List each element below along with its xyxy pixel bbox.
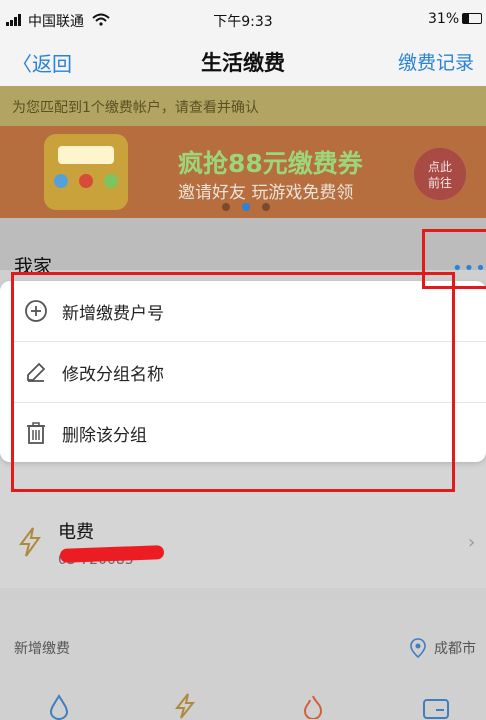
- notice-text: 为您匹配到1个缴费帐户，请查看并确认: [12, 100, 259, 116]
- location-pin-icon: [410, 638, 426, 658]
- footer-area: [0, 600, 486, 719]
- banner-go-button[interactable]: 点此 前往: [414, 148, 466, 200]
- status-time: 下午9:33: [213, 14, 273, 30]
- match-notice[interactable]: 为您匹配到1个缴费帐户，请查看并确认: [0, 86, 486, 126]
- payment-records-link[interactable]: 缴费记录: [398, 48, 474, 75]
- bill-title[interactable]: 电费: [58, 518, 94, 544]
- chevron-right-icon[interactable]: ›: [468, 532, 475, 553]
- nav-bar: 〈返回 生活缴费 缴费记录: [0, 40, 486, 86]
- slot-machine-illustration: [44, 134, 128, 210]
- battery-percent: 31%: [428, 11, 460, 27]
- lightning-icon[interactable]: [172, 692, 198, 719]
- battery-icon: [462, 13, 482, 24]
- banner-subtitle: 邀请好友 玩游戏免费领: [178, 183, 354, 203]
- banner-cta-line1: 点此: [427, 160, 452, 174]
- carousel-dot-active[interactable]: [242, 203, 250, 211]
- carousel-dot[interactable]: [222, 203, 230, 211]
- wallet-icon[interactable]: [422, 698, 450, 719]
- banner-title: 疯抢88元缴费券: [178, 149, 363, 178]
- carousel-dot[interactable]: [262, 203, 270, 211]
- add-payment-label[interactable]: 新增缴费: [14, 638, 70, 658]
- annotation-box: [11, 272, 455, 492]
- flame-icon[interactable]: [300, 694, 326, 719]
- lightning-icon: [19, 527, 41, 557]
- status-bar: 中国联通 下午9:33 31%: [0, 0, 486, 40]
- group-section: [0, 218, 486, 270]
- city-selector[interactable]: 成都市: [434, 638, 476, 658]
- water-drop-icon[interactable]: [46, 694, 72, 720]
- banner-cta-line2: 前往: [427, 176, 452, 190]
